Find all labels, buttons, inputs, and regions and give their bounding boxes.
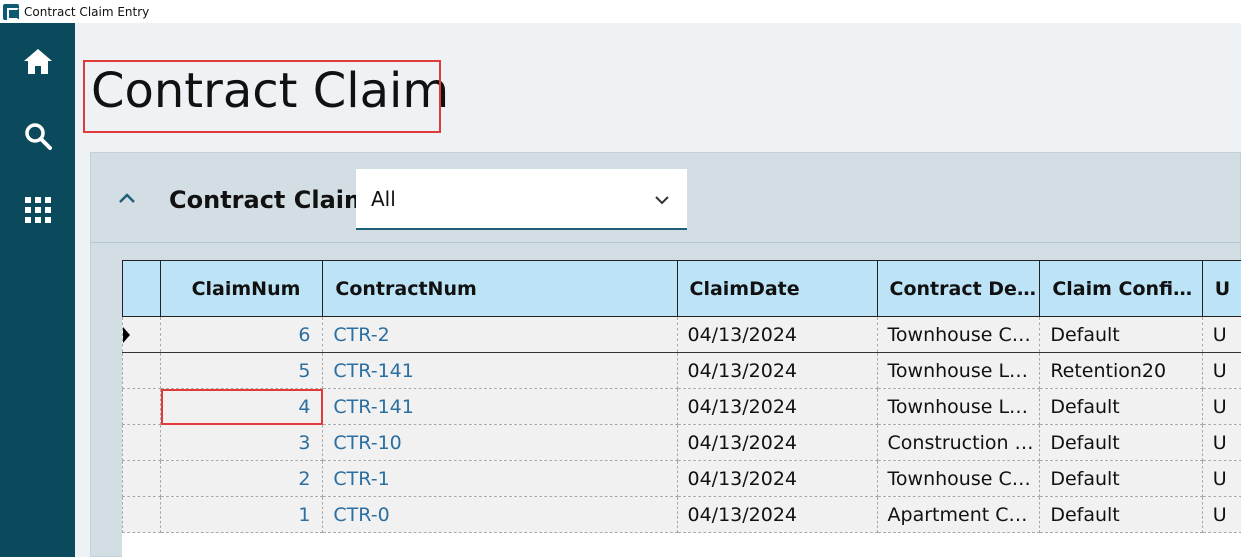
column-header-claim-config[interactable]: Claim Confi…	[1040, 261, 1202, 317]
table-row[interactable]: 4 CTR-141 04/13/2024 Townhouse L… Defaul…	[123, 389, 1241, 425]
cell-claimnum[interactable]: 6	[161, 317, 323, 353]
cell-claim-config[interactable]: Default	[1040, 461, 1202, 497]
search-icon	[24, 122, 52, 150]
claims-grid: ClaimNum ContractNum ClaimDate Contract …	[122, 260, 1241, 558]
cell-truncated[interactable]: U	[1202, 317, 1241, 353]
cell-contract-description[interactable]: Townhouse C…	[877, 461, 1040, 497]
table-row[interactable]: 1 CTR-0 04/13/2024 Apartment C… Default …	[123, 497, 1241, 533]
cell-claimnum[interactable]: 1	[161, 497, 323, 533]
claim-filter-select[interactable]: All	[356, 169, 687, 230]
cell-contract-description[interactable]: Apartment C…	[877, 497, 1040, 533]
cell-contractnum[interactable]: CTR-1	[323, 461, 677, 497]
cell-contract-description[interactable]: Construction …	[877, 425, 1040, 461]
cell-claimnum-highlighted[interactable]: 4	[161, 389, 323, 425]
sidebar	[0, 23, 75, 557]
cell-truncated[interactable]: U	[1202, 353, 1241, 389]
filter-selected-value: All	[371, 187, 396, 211]
column-header-contractnum[interactable]: ContractNum	[323, 261, 677, 317]
row-indicator[interactable]	[123, 497, 161, 533]
apps-button[interactable]	[0, 185, 75, 235]
table-row[interactable]: 3 CTR-10 04/13/2024 Construction … Defau…	[123, 425, 1241, 461]
cell-claim-config[interactable]: Default	[1040, 389, 1202, 425]
cell-claimdate[interactable]: 04/13/2024	[677, 425, 877, 461]
cell-claimdate[interactable]: 04/13/2024	[677, 461, 877, 497]
cell-claim-config[interactable]: Default	[1040, 425, 1202, 461]
cell-claim-config[interactable]: Default	[1040, 317, 1202, 353]
cell-claimdate[interactable]: 04/13/2024	[677, 497, 877, 533]
grid-header-row: ClaimNum ContractNum ClaimDate Contract …	[123, 261, 1241, 317]
chevron-up-icon	[115, 187, 139, 211]
row-indicator[interactable]	[123, 461, 161, 497]
row-indicator[interactable]	[123, 353, 161, 389]
cell-contractnum[interactable]: CTR-10	[323, 425, 677, 461]
collapse-button[interactable]	[115, 187, 139, 211]
cell-claimnum[interactable]: 5	[161, 353, 323, 389]
cell-truncated[interactable]: U	[1202, 497, 1241, 533]
table-row[interactable]: 5 CTR-141 04/13/2024 Townhouse L… Retent…	[123, 353, 1241, 389]
home-button[interactable]	[0, 36, 75, 86]
window-title: Contract Claim Entry	[24, 5, 149, 19]
row-indicator[interactable]	[123, 425, 161, 461]
main-area: Contract Claim Contract Claim All	[75, 23, 1241, 557]
table-row[interactable]: 6 CTR-2 04/13/2024 Townhouse C… Default …	[123, 317, 1241, 353]
column-header-contract-description[interactable]: Contract De…	[877, 261, 1040, 317]
cell-claimdate[interactable]: 04/13/2024	[677, 389, 877, 425]
title-bar: Contract Claim Entry	[0, 0, 1241, 23]
cell-claim-config[interactable]: Retention20	[1040, 353, 1202, 389]
cell-truncated[interactable]: U	[1202, 461, 1241, 497]
table-row[interactable]: 2 CTR-1 04/13/2024 Townhouse C… Default …	[123, 461, 1241, 497]
panel-header: Contract Claim All	[91, 153, 1240, 243]
contract-claim-panel: Contract Claim All ClaimNum ContractNum	[90, 152, 1241, 557]
cell-claimdate[interactable]: 04/13/2024	[677, 353, 877, 389]
cell-claimnum[interactable]: 2	[161, 461, 323, 497]
cell-contractnum[interactable]: CTR-2	[323, 317, 677, 353]
search-button[interactable]	[0, 111, 75, 161]
cell-truncated[interactable]: U	[1202, 425, 1241, 461]
cell-claimdate[interactable]: 04/13/2024	[677, 317, 877, 353]
cell-claim-config[interactable]: Default	[1040, 497, 1202, 533]
cell-contractnum[interactable]: CTR-141	[323, 353, 677, 389]
column-header-claimnum[interactable]: ClaimNum	[161, 261, 323, 317]
cell-contractnum[interactable]: CTR-0	[323, 497, 677, 533]
home-icon	[23, 47, 53, 75]
page-title-highlight	[83, 60, 441, 133]
cell-contract-description[interactable]: Townhouse C…	[877, 317, 1040, 353]
cell-contract-description[interactable]: Townhouse L…	[877, 389, 1040, 425]
app-icon	[3, 4, 19, 20]
row-indicator[interactable]	[123, 317, 161, 353]
panel-title: Contract Claim	[169, 186, 369, 214]
cell-claimnum[interactable]: 3	[161, 425, 323, 461]
column-header-claimdate[interactable]: ClaimDate	[677, 261, 877, 317]
row-indicator[interactable]	[123, 389, 161, 425]
column-header-truncated[interactable]: U	[1202, 261, 1241, 317]
cell-contractnum[interactable]: CTR-141	[323, 389, 677, 425]
chevron-down-icon	[653, 191, 671, 209]
cell-truncated[interactable]: U	[1202, 389, 1241, 425]
cell-contract-description[interactable]: Townhouse L…	[877, 353, 1040, 389]
row-indicator-header	[123, 261, 161, 317]
current-row-arrow-icon	[123, 327, 130, 343]
apps-grid-icon	[25, 197, 51, 223]
